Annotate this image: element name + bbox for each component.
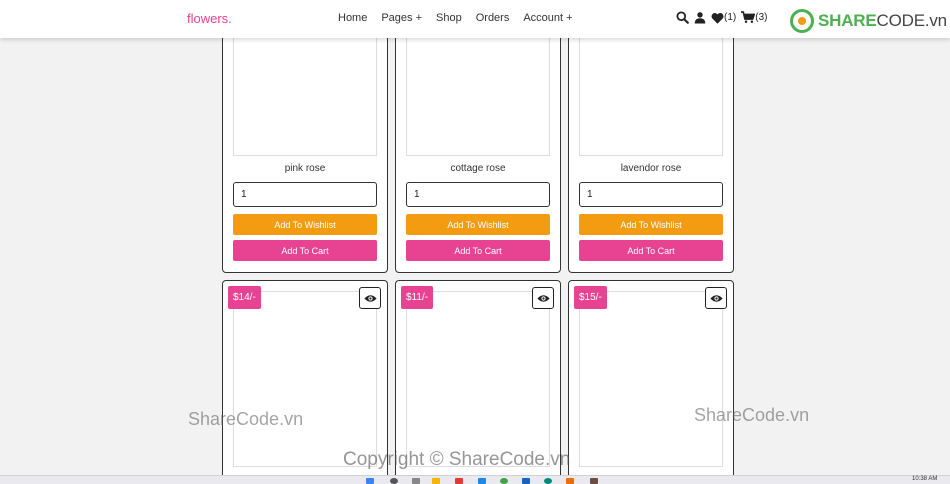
watermark-copyright: Copyright © ShareCode.vn bbox=[343, 449, 571, 470]
price-badge: $14/- bbox=[228, 286, 261, 309]
header-icons: (1) (3) bbox=[676, 11, 767, 24]
product-image bbox=[233, 291, 377, 467]
sharecode-logo-icon bbox=[790, 9, 814, 33]
add-to-wishlist-button[interactable]: Add To Wishlist bbox=[406, 214, 550, 235]
add-to-wishlist-button[interactable]: Add To Wishlist bbox=[579, 214, 723, 235]
app-icon[interactable] bbox=[566, 478, 574, 484]
product-image bbox=[579, 35, 723, 156]
eye-icon bbox=[536, 294, 550, 302]
add-to-cart-button[interactable]: Add To Cart bbox=[406, 240, 550, 261]
product-card: $15/- bbox=[568, 280, 734, 480]
eye-icon bbox=[363, 294, 377, 302]
app-icon[interactable] bbox=[455, 478, 463, 484]
nav-orders[interactable]: Orders bbox=[476, 12, 510, 24]
product-image bbox=[406, 291, 550, 467]
cart-count: (3) bbox=[755, 12, 768, 23]
search-icon[interactable] bbox=[676, 11, 689, 24]
taskview-icon[interactable] bbox=[412, 478, 420, 484]
start-icon[interactable] bbox=[366, 478, 374, 484]
product-image bbox=[233, 35, 377, 156]
product-card: lavendor rose Add To Wishlist Add To Car… bbox=[568, 28, 734, 273]
quantity-input[interactable] bbox=[406, 182, 550, 207]
heart-icon bbox=[711, 12, 724, 24]
eye-icon bbox=[709, 294, 723, 302]
wishlist-link[interactable]: (1) bbox=[711, 12, 736, 24]
product-name: pink rose bbox=[284, 163, 326, 174]
add-to-cart-button[interactable]: Add To Cart bbox=[579, 240, 723, 261]
product-card: pink rose Add To Wishlist Add To Cart bbox=[222, 28, 388, 273]
add-to-wishlist-button[interactable]: Add To Wishlist bbox=[233, 214, 377, 235]
product-name: cottage rose bbox=[450, 163, 506, 174]
search-taskbar-icon[interactable] bbox=[390, 478, 398, 484]
nav-home[interactable]: Home bbox=[338, 12, 367, 24]
main-nav: Home Pages + Shop Orders Account + bbox=[338, 12, 573, 24]
folder-icon[interactable] bbox=[432, 478, 440, 484]
sharecode-logo-share: SHARE bbox=[818, 11, 877, 30]
sharecode-logo-code: CODE.vn bbox=[876, 11, 948, 30]
taskbar-clock: 10:38 AM bbox=[912, 476, 938, 482]
nav-shop[interactable]: Shop bbox=[436, 12, 462, 24]
product-image bbox=[579, 291, 723, 467]
price-badge: $11/- bbox=[401, 286, 434, 309]
quantity-input[interactable] bbox=[233, 182, 377, 207]
product-name: lavendor rose bbox=[620, 163, 682, 174]
user-icon[interactable] bbox=[694, 11, 706, 24]
watermark-left: ShareCode.vn bbox=[188, 409, 304, 429]
app-icon[interactable] bbox=[522, 478, 530, 484]
os-taskbar: 10:38 AM bbox=[0, 475, 950, 484]
chrome-icon[interactable] bbox=[500, 478, 508, 484]
product-image bbox=[406, 35, 550, 156]
quick-view-button[interactable] bbox=[359, 287, 381, 309]
product-card: cottage rose Add To Wishlist Add To Cart bbox=[395, 28, 561, 273]
watermark-right: ShareCode.vn bbox=[694, 405, 810, 425]
app-icon[interactable] bbox=[478, 478, 486, 484]
cart-link[interactable]: (3) bbox=[741, 11, 767, 24]
quick-view-button[interactable] bbox=[532, 287, 554, 309]
nav-account[interactable]: Account + bbox=[523, 12, 572, 24]
nav-pages[interactable]: Pages + bbox=[381, 12, 422, 24]
site-logo[interactable]: flowers. bbox=[187, 11, 232, 26]
site-header: flowers. Home Pages + Shop Orders Accoun… bbox=[0, 0, 950, 38]
price-badge: $15/- bbox=[574, 286, 607, 309]
sharecode-logo: SHARECODE.vn bbox=[790, 9, 947, 33]
app-icon[interactable] bbox=[590, 478, 598, 484]
add-to-cart-button[interactable]: Add To Cart bbox=[233, 240, 377, 261]
wishlist-count: (1) bbox=[724, 12, 737, 23]
edge-icon[interactable] bbox=[544, 478, 552, 484]
quantity-input[interactable] bbox=[579, 182, 723, 207]
cart-icon bbox=[741, 11, 756, 24]
quick-view-button[interactable] bbox=[705, 287, 727, 309]
